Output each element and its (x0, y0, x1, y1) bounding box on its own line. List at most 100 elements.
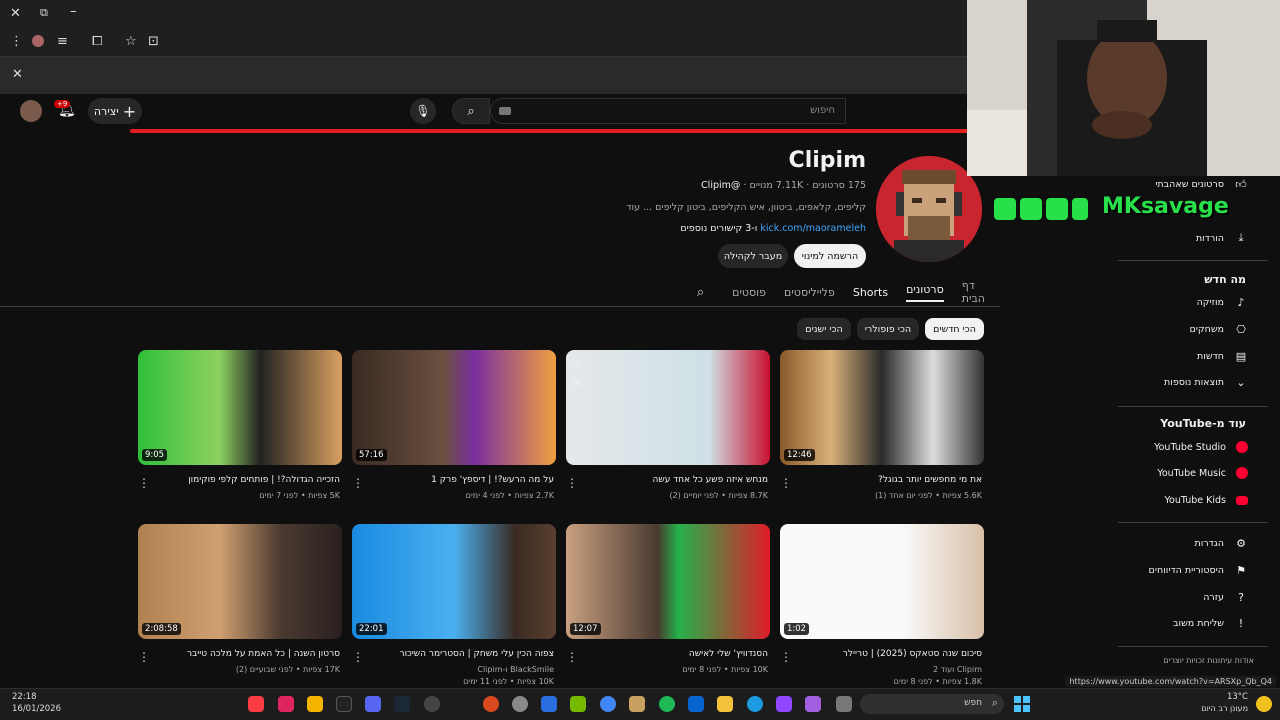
profile-icon[interactable] (32, 35, 44, 47)
video-thumbnail[interactable]: 22:01 (352, 524, 556, 639)
close-bar-icon[interactable]: ✕ (12, 67, 23, 82)
channel-description[interactable]: קליפים, קלאפים, ביטוון, איש הקליפים, ביט… (626, 202, 866, 213)
twitch-app-icon[interactable] (776, 696, 792, 712)
video-thumbnail[interactable]: 9:05 (138, 350, 342, 465)
video-title[interactable]: את מי מחפשים יותר בגוגל? (780, 475, 984, 485)
app2-icon[interactable] (541, 696, 557, 712)
sidebar-item-help[interactable]: ? עזרה (1203, 587, 1248, 607)
tab-home[interactable]: דף הבית (962, 279, 985, 305)
video-title[interactable]: על מה הרעש?! | דיספץ' פרק 1 (352, 475, 556, 485)
edge-icon[interactable] (747, 696, 763, 712)
chip-popular[interactable]: הכי פופולרי (856, 318, 920, 340)
sidebar-item-music[interactable]: ♪ מוזיקה (1197, 292, 1248, 312)
video-title[interactable]: צפוה הכין עלי משחק | הסטרימר השיכור (352, 649, 556, 659)
channel-link[interactable]: kick.com/maorameleh (760, 223, 866, 234)
tiktok-app-icon[interactable] (278, 696, 294, 712)
video-thumbnail[interactable]: 57:16 (352, 350, 556, 465)
subscribe-button[interactable]: הרשמה למינוי (794, 244, 866, 268)
tab-playlists[interactable]: פלייליסטים (784, 286, 835, 299)
list-icon[interactable]: ≡ (57, 34, 68, 49)
video-card[interactable]: 22:01 צפוה הכין עלי משחק | הסטרימר השיכו… (352, 524, 556, 686)
weather-icon[interactable] (1256, 696, 1272, 712)
sidebar-item-gaming[interactable]: ⎔ משחקים (1189, 319, 1248, 339)
store-icon[interactable] (629, 696, 645, 712)
nvidia-icon[interactable] (570, 696, 586, 712)
extensions-icon[interactable]: ⧠ (92, 34, 102, 49)
video-title[interactable]: סרטון השנה | כל האמת על מלכה טייבר (138, 649, 342, 659)
sidebar-item-yt-kids[interactable]: YouTube Kids (1165, 490, 1248, 510)
more-options-icon[interactable]: ⋮ (352, 476, 364, 490)
video-card[interactable]: 57:16 על מה הרעש?! | דיספץ' פרק 1 2.7K צ… (352, 350, 556, 500)
create-button[interactable]: יצירה + (88, 98, 142, 124)
sidebar-item-report-history[interactable]: ⚑ היסטוריית הדיווחים (1149, 560, 1248, 580)
video-thumbnail[interactable]: 2:08:58 (138, 524, 342, 639)
app-icon[interactable] (512, 696, 528, 712)
restore-icon[interactable]: ⧉ (40, 6, 48, 20)
more-options-icon[interactable]: ⋮ (352, 650, 364, 664)
discord-icon[interactable] (365, 696, 381, 712)
video-card[interactable]: 2:08:58 סרטון השנה | כל האמת על מלכה טיי… (138, 524, 342, 674)
tab-videos[interactable]: סרטונים (906, 283, 944, 302)
more-options-icon[interactable]: ⋮ (138, 476, 150, 490)
tab-shorts[interactable]: Shorts (853, 286, 888, 299)
more-options-icon[interactable]: ⋮ (566, 476, 578, 490)
video-card[interactable]: 12:07 הסנדוויץ' שלי לאישה 10K צפיות • לפ… (566, 524, 770, 674)
search-button[interactable]: ⌕ (452, 98, 490, 124)
google-chrome-icon[interactable] (600, 696, 616, 712)
sidebar-item-yt-music[interactable]: YouTube Music (1157, 463, 1248, 483)
obs-icon[interactable] (424, 696, 440, 712)
weather-desc[interactable]: מעונן רב היום (1201, 704, 1248, 713)
sidebar-item-news[interactable]: ▤ חדשות (1197, 346, 1248, 366)
video-thumbnail[interactable]: 1:02 (780, 524, 984, 639)
keyboard-icon[interactable] (499, 107, 511, 115)
sidebar-footer[interactable]: אודות עיתונות זכויות יוצרים (1163, 656, 1254, 665)
video-title[interactable]: מנחש איזה פשע כל אחד עשה (566, 475, 770, 485)
video-thumbnail[interactable]: 12:07 (566, 524, 770, 639)
video-title[interactable]: סיכום שנה סטאקס (2025) | טריילר (780, 649, 984, 659)
chrome-app-icon[interactable] (307, 696, 323, 712)
add-to-queue-icon[interactable]: ≡ (572, 376, 581, 389)
minimize-icon[interactable]: – (70, 4, 77, 19)
menu-icon[interactable]: ⋮ (10, 34, 23, 49)
more-options-icon[interactable]: ⋮ (780, 476, 792, 490)
sidebar-item-settings[interactable]: ⚙︎ הגדרות (1194, 533, 1248, 553)
video-thumbnail[interactable]: 🕓︎ ≡ (566, 350, 770, 465)
screenshot-icon[interactable]: ⊡ (148, 34, 159, 49)
sidebar-item-feedback[interactable]: ! שליחת משוב (1173, 613, 1248, 633)
windows-start-icon[interactable] (1014, 696, 1030, 712)
video-title[interactable]: הסנדוויץ' שלי לאישה (566, 649, 770, 659)
video-card[interactable]: 1:02 סיכום שנה סטאקס (2025) | טריילר Cli… (780, 524, 984, 686)
steam-icon[interactable] (394, 696, 410, 712)
outlook-icon[interactable] (688, 696, 704, 712)
more-options-icon[interactable]: ⋮ (566, 650, 578, 664)
video-card[interactable]: 12:46 את מי מחפשים יותר בגוגל? 5.6K צפיו… (780, 350, 984, 500)
sidebar-item-more-results[interactable]: ⌄ תוצאות נוספות (1164, 372, 1248, 392)
tiktok-live-icon[interactable] (336, 696, 352, 712)
more-options-icon[interactable]: ⋮ (780, 650, 792, 664)
account-avatar[interactable] (20, 100, 42, 122)
chip-oldest[interactable]: הכי ישנים (797, 318, 851, 340)
app3-icon[interactable] (836, 696, 852, 712)
video-title[interactable]: הזכייה הגדולה?! | פותחים קלפי פוקימון (138, 475, 342, 485)
copilot-icon[interactable] (805, 696, 821, 712)
search-channel-icon[interactable]: ⌕ (697, 285, 704, 300)
community-button[interactable]: מעבר לקהילה (718, 244, 788, 268)
music-app-icon[interactable] (248, 696, 264, 712)
sidebar-item-liked[interactable]: 👍︎ סרטונים שאהבתי (1155, 174, 1248, 194)
video-thumbnail[interactable]: 12:46 (780, 350, 984, 465)
video-card[interactable]: 9:05 הזכייה הגדולה?! | פותחים קלפי פוקימ… (138, 350, 342, 500)
close-icon[interactable]: ✕ (10, 6, 21, 21)
weather-temp[interactable]: 13°C (1227, 692, 1248, 702)
spotify-icon[interactable] (659, 696, 675, 712)
more-links[interactable]: ו-3 קישורים נוספים (680, 223, 757, 234)
sidebar-item-downloads[interactable]: ⤓ הורדות (1196, 228, 1248, 248)
watch-later-icon[interactable]: 🕓︎ (572, 356, 581, 370)
folder-icon[interactable] (717, 696, 733, 712)
chip-newest[interactable]: הכי חדשים (925, 318, 984, 340)
voice-search-button[interactable]: 🎙︎ (410, 98, 436, 124)
tab-posts[interactable]: פוסטים (732, 286, 766, 299)
star-icon[interactable]: ☆ (125, 34, 137, 49)
video-card[interactable]: 🕓︎ ≡ מנחש איזה פשע כל אחד עשה 8.7K צפיות… (566, 350, 770, 500)
taskbar-search[interactable]: חפש ⌕ (860, 694, 1004, 714)
more-options-icon[interactable]: ⋮ (138, 650, 150, 664)
